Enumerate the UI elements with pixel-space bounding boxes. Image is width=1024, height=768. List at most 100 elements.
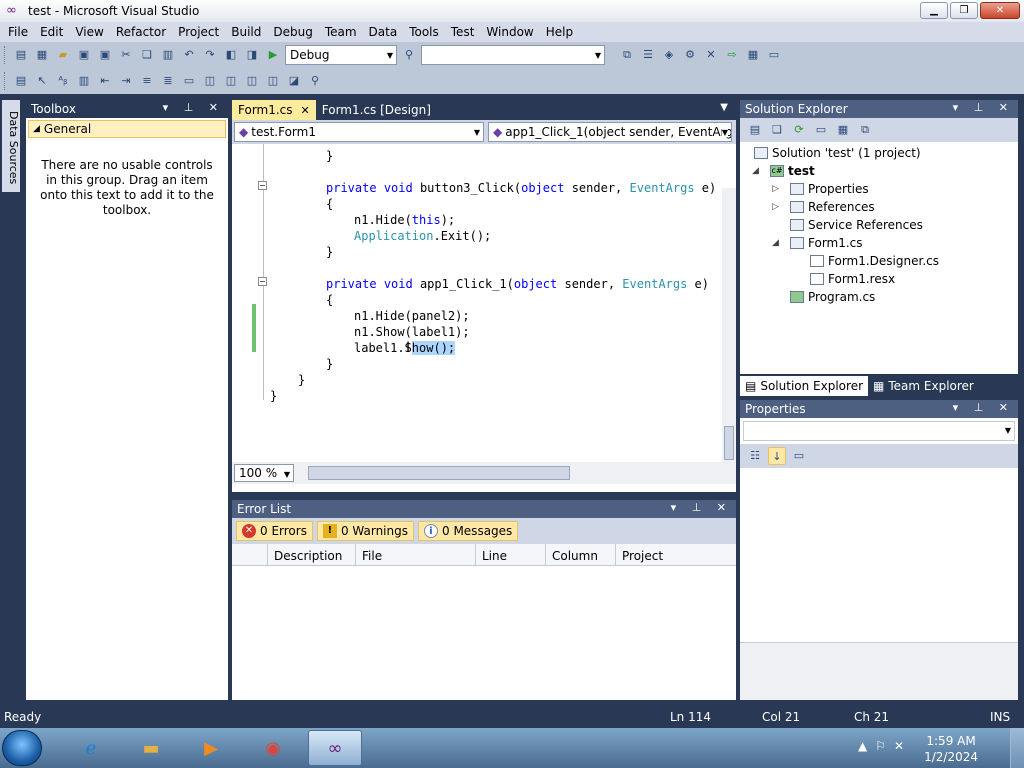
column-column[interactable]: Column	[546, 544, 616, 565]
menu-window[interactable]: Window	[480, 25, 539, 39]
internet-explorer-icon[interactable]: ℯ	[64, 730, 118, 766]
menu-project[interactable]: Project	[172, 25, 225, 39]
decrease-indent-icon[interactable]: ⇤	[96, 72, 114, 90]
member-combo[interactable]: ◆ app1_Click_1(object sender, EventArgs …	[488, 122, 732, 142]
panel-controls[interactable]: ▾ ⊥ ✕	[163, 101, 224, 114]
collapse-icon[interactable]: ◢	[772, 238, 779, 248]
menu-view[interactable]: View	[69, 25, 109, 39]
prev-bookmark-folder-icon[interactable]: ◫	[243, 72, 261, 90]
paste-icon[interactable]: ▥	[159, 46, 177, 64]
menu-refactor[interactable]: Refactor	[110, 25, 172, 39]
maximize-button[interactable]: ❐	[950, 2, 978, 19]
copy-icon[interactable]: ❏	[138, 46, 156, 64]
chrome-icon[interactable]: ◉	[246, 730, 300, 766]
column-icon[interactable]	[232, 544, 268, 565]
extension-manager-icon[interactable]: ▦	[744, 46, 762, 64]
find-icon[interactable]: ⚲	[306, 72, 324, 90]
scroll-thumb[interactable]	[724, 426, 734, 460]
navigate-backward-icon[interactable]: ◧	[222, 46, 240, 64]
collapse-icon[interactable]: −	[258, 181, 267, 190]
close-tab-icon[interactable]: ✕	[301, 104, 310, 117]
tree-node-solution[interactable]: Solution 'test' (1 project)	[754, 146, 921, 160]
tab-solution-explorer[interactable]: ▤ Solution Explorer	[740, 376, 869, 396]
redo-icon[interactable]: ↷	[201, 46, 219, 64]
refresh-icon[interactable]: ⟳	[790, 121, 808, 139]
class-diagram-icon[interactable]: ⧉	[856, 121, 874, 139]
menu-debug[interactable]: Debug	[267, 25, 318, 39]
object-members-icon[interactable]: ▤	[12, 72, 30, 90]
expand-icon[interactable]: ▷	[772, 184, 779, 194]
zoom-combo[interactable]: 100 % ▼	[234, 464, 294, 482]
add-item-icon[interactable]: ▦	[33, 46, 51, 64]
clock[interactable]: 1:59 AM 1/2/2024	[924, 733, 978, 765]
next-bookmark-folder-icon[interactable]: ◫	[264, 72, 282, 90]
toolbox-group-general[interactable]: ◢ General	[28, 120, 226, 138]
complete-word-icon[interactable]: ▥	[75, 72, 93, 90]
navigate-forward-icon[interactable]: ◨	[243, 46, 261, 64]
collapse-icon[interactable]: −	[258, 277, 267, 286]
tree-node-form1-resx[interactable]: Form1.resx	[810, 272, 895, 286]
tab-form1-cs[interactable]: Form1.cs ✕	[232, 100, 316, 120]
alphabetical-icon[interactable]: ↓	[768, 447, 786, 465]
menu-test[interactable]: Test	[445, 25, 481, 39]
tab-dropdown-icon[interactable]: ▼	[720, 102, 728, 113]
tree-node-form1-cs[interactable]: Form1.cs	[790, 236, 863, 250]
show-all-files-icon[interactable]: ❏	[768, 121, 786, 139]
messages-filter-button[interactable]: i 0 Messages	[418, 521, 519, 541]
tree-node-references[interactable]: References	[790, 200, 875, 214]
vertical-scrollbar[interactable]	[722, 188, 736, 462]
find-combo[interactable]: ▼	[421, 45, 605, 65]
system-tray[interactable]: ▲⚐✕	[858, 739, 912, 753]
panel-controls[interactable]: ▾ ⊥ ✕	[671, 501, 732, 514]
media-player-icon[interactable]: ▶	[184, 730, 238, 766]
toolbar-grip[interactable]	[4, 46, 7, 64]
menu-help[interactable]: Help	[540, 25, 579, 39]
minimize-button[interactable]: ▁	[920, 2, 948, 19]
view-code-icon[interactable]: ▭	[812, 121, 830, 139]
command-window-icon[interactable]: ▭	[765, 46, 783, 64]
expand-icon[interactable]: ▷	[772, 202, 779, 212]
data-sources-tab[interactable]: Data Sources	[2, 100, 20, 192]
tree-node-project[interactable]: c# test	[770, 164, 815, 178]
errors-filter-button[interactable]: ✕ 0 Errors	[236, 521, 313, 541]
menu-tools[interactable]: Tools	[403, 25, 445, 39]
comment-out-icon[interactable]: ≡	[138, 72, 156, 90]
solution-configuration-select[interactable]: Debug ▼	[285, 45, 397, 65]
toolbar-grip[interactable]	[4, 72, 7, 90]
warnings-filter-button[interactable]: ! 0 Warnings	[316, 521, 414, 541]
column-line[interactable]: Line	[476, 544, 546, 565]
class-combo[interactable]: ◆ test.Form1 ▼	[234, 122, 484, 142]
close-button[interactable]: ✕	[980, 2, 1020, 19]
panel-controls[interactable]: ▾ ⊥ ✕	[953, 401, 1014, 414]
file-explorer-icon[interactable]: ▬	[124, 730, 178, 766]
menu-data[interactable]: Data	[363, 25, 404, 39]
uncomment-icon[interactable]: ≣	[159, 72, 177, 90]
code-text-area[interactable]: − − } private void button3_Click(object …	[232, 144, 736, 462]
parameter-info-icon[interactable]: ↖	[33, 72, 51, 90]
clear-bookmarks-icon[interactable]: ◪	[285, 72, 303, 90]
menu-edit[interactable]: Edit	[34, 25, 69, 39]
tab-form1-design[interactable]: Form1.cs [Design]	[316, 100, 437, 120]
tree-node-program-cs[interactable]: Program.cs	[790, 290, 875, 304]
increase-indent-icon[interactable]: ⇥	[117, 72, 135, 90]
save-icon[interactable]: ▣	[75, 46, 93, 64]
solution-explorer-icon[interactable]: ⧉	[618, 46, 636, 64]
start-button[interactable]	[2, 730, 42, 766]
start-page-icon[interactable]: ⇨	[723, 46, 741, 64]
tree-node-properties[interactable]: Properties	[790, 182, 869, 196]
menu-team[interactable]: Team	[319, 25, 363, 39]
properties-window-icon[interactable]: ☰	[639, 46, 657, 64]
menu-file[interactable]: File	[2, 25, 34, 39]
start-debugging-icon[interactable]: ▶	[264, 46, 282, 64]
open-file-icon[interactable]: ▰	[54, 46, 72, 64]
quick-info-icon[interactable]: ᴬᵦ	[54, 72, 72, 90]
undo-icon[interactable]: ↶	[180, 46, 198, 64]
categorized-icon[interactable]: ☷	[746, 447, 764, 465]
tree-node-service-references[interactable]: Service References	[790, 218, 923, 232]
next-bookmark-icon[interactable]: ◫	[222, 72, 240, 90]
property-pages-icon[interactable]: ▭	[790, 447, 808, 465]
new-project-icon[interactable]: ▤	[12, 46, 30, 64]
tree-node-form1-designer[interactable]: Form1.Designer.cs	[810, 254, 939, 268]
tools-icon[interactable]: ✕	[702, 46, 720, 64]
panel-controls[interactable]: ▾ ⊥ ✕	[953, 101, 1014, 114]
